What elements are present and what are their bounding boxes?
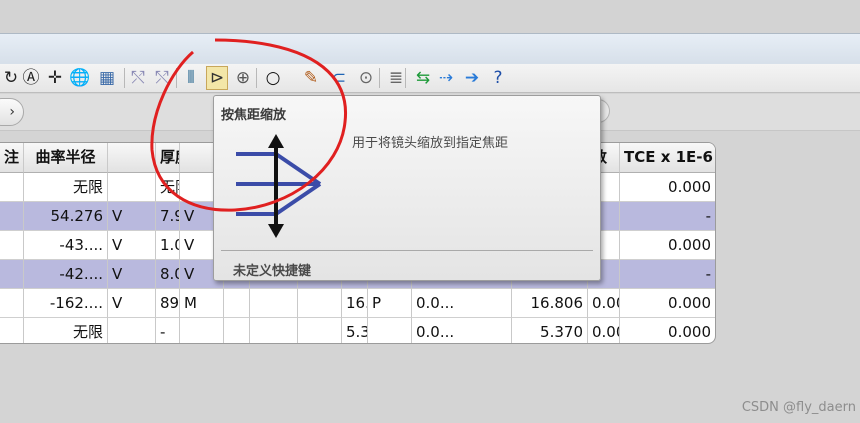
toolbar-separator [256, 68, 257, 88]
ray-split-icon[interactable]: ⤲ [127, 66, 149, 90]
column-header[interactable]: 厚度 [156, 143, 180, 173]
table-cell[interactable] [224, 318, 250, 343]
compress-arrows-icon[interactable]: ⇢ [435, 66, 457, 90]
table-cell[interactable]: 89.... [156, 289, 180, 318]
table-cell[interactable]: 16.806 [512, 289, 588, 318]
table-cell[interactable]: M [180, 289, 224, 318]
toggle-icon[interactable]: ⊙ [355, 66, 377, 90]
table-cell[interactable]: 0.0... [412, 318, 512, 343]
table-cell[interactable]: 无限 [24, 318, 108, 343]
table-cell[interactable]: 无限 [156, 173, 180, 202]
table-cell[interactable]: 0.000 [588, 289, 620, 318]
table-cell[interactable]: V [108, 260, 156, 289]
paint-icon[interactable]: ✎ [300, 66, 322, 90]
table-cell[interactable]: -42.... [24, 260, 108, 289]
help-icon[interactable]: ? [487, 66, 509, 90]
column-header[interactable]: 曲率半径 [24, 143, 108, 173]
rotate-a-icon[interactable]: Ⓐ [20, 66, 42, 90]
ring-icon[interactable]: ○ [262, 66, 284, 90]
ribbon-bar [0, 33, 860, 65]
table-cell[interactable] [250, 289, 298, 318]
table-cell[interactable] [108, 318, 156, 343]
table-cell[interactable]: 1.0.... [156, 231, 180, 260]
tooltip-title: 按焦距缩放 [221, 108, 287, 123]
table-cell[interactable]: 无限 [24, 173, 108, 202]
layout-icon[interactable]: ▦ [96, 66, 118, 90]
table-cell[interactable] [0, 260, 24, 289]
table-cell[interactable]: V [108, 202, 156, 231]
toolbar-separator [124, 68, 125, 88]
toolbar-separator [405, 68, 406, 88]
table-cell[interactable]: - [620, 202, 715, 231]
rotate-c-icon[interactable]: ↻ [0, 66, 22, 90]
toolbar-separator [176, 68, 177, 88]
table-cell[interactable] [0, 231, 24, 260]
watermark: CSDN @fly_daern [741, 400, 856, 415]
table-cell[interactable]: P [368, 289, 412, 318]
table-cell[interactable] [250, 318, 298, 343]
lens-group-icon[interactable]: ⦀ [180, 66, 202, 90]
table-cell[interactable]: 54.276 [24, 202, 108, 231]
table-cell[interactable] [298, 289, 342, 318]
table-cell[interactable]: V [108, 231, 156, 260]
zoom-lens-diagram-icon [236, 132, 326, 248]
tooltip-popup: 按焦距缩放 用于将镜头缩放到指定焦距 未定义快捷键 [213, 95, 601, 281]
table-cell[interactable]: 7.9.... [156, 202, 180, 231]
table-cell[interactable]: 0.0... [412, 289, 512, 318]
lens-element-icon[interactable]: ⊕ [232, 66, 254, 90]
table-cell[interactable]: 0.000 [620, 318, 715, 343]
crosshair-icon[interactable]: ✛ [44, 66, 66, 90]
table-cell[interactable]: V [108, 289, 156, 318]
table-cell[interactable] [0, 318, 24, 343]
globe-icon[interactable]: 🌐 [69, 66, 91, 90]
table-cell[interactable]: 0.000 [588, 318, 620, 343]
bracket-icon[interactable]: ⊂ [328, 66, 350, 90]
table-cell[interactable] [368, 318, 412, 343]
column-header[interactable] [108, 143, 156, 173]
table-cell[interactable] [224, 289, 250, 318]
window-top-strip [0, 0, 860, 33]
tooltip-divider [221, 250, 593, 251]
table-cell[interactable]: 16.... [342, 289, 368, 318]
table-cell[interactable]: - [620, 260, 715, 289]
swap-arrows-icon[interactable]: ⇆ [412, 66, 434, 90]
toolbar-separator [379, 68, 380, 88]
column-header[interactable]: TCE x 1E-6 [620, 143, 715, 173]
table-cell[interactable]: -43.... [24, 231, 108, 260]
table-cell[interactable] [0, 202, 24, 231]
table-cell[interactable]: 5.370 [512, 318, 588, 343]
tooltip-description: 用于将镜头缩放到指定焦距 [352, 136, 509, 151]
table-cell[interactable] [0, 289, 24, 318]
chevron-right-icon: › [9, 104, 15, 120]
table-cell[interactable]: 5.3... [342, 318, 368, 343]
table-cell[interactable] [298, 318, 342, 343]
zoom-to-focus-icon[interactable]: ⊳ [206, 66, 228, 90]
table-cell[interactable]: - [156, 318, 180, 343]
table-cell[interactable]: 0.000 [620, 231, 715, 260]
table-cell[interactable] [0, 173, 24, 202]
table-cell[interactable]: 0.000 [620, 289, 715, 318]
column-header[interactable]: 注 [0, 143, 24, 173]
table-cell[interactable]: 0.000 [620, 173, 715, 202]
right-arrow-icon[interactable]: ➔ [461, 66, 483, 90]
table-cell[interactable]: -162.... [24, 289, 108, 318]
notes-icon[interactable]: ≣ [385, 66, 407, 90]
table-cell[interactable]: 8.0.... [156, 260, 180, 289]
table-cell[interactable] [108, 173, 156, 202]
ray-split-alt-icon[interactable]: ⤲ [151, 66, 173, 90]
table-cell[interactable] [180, 318, 224, 343]
tooltip-shortcut: 未定义快捷键 [233, 264, 312, 279]
